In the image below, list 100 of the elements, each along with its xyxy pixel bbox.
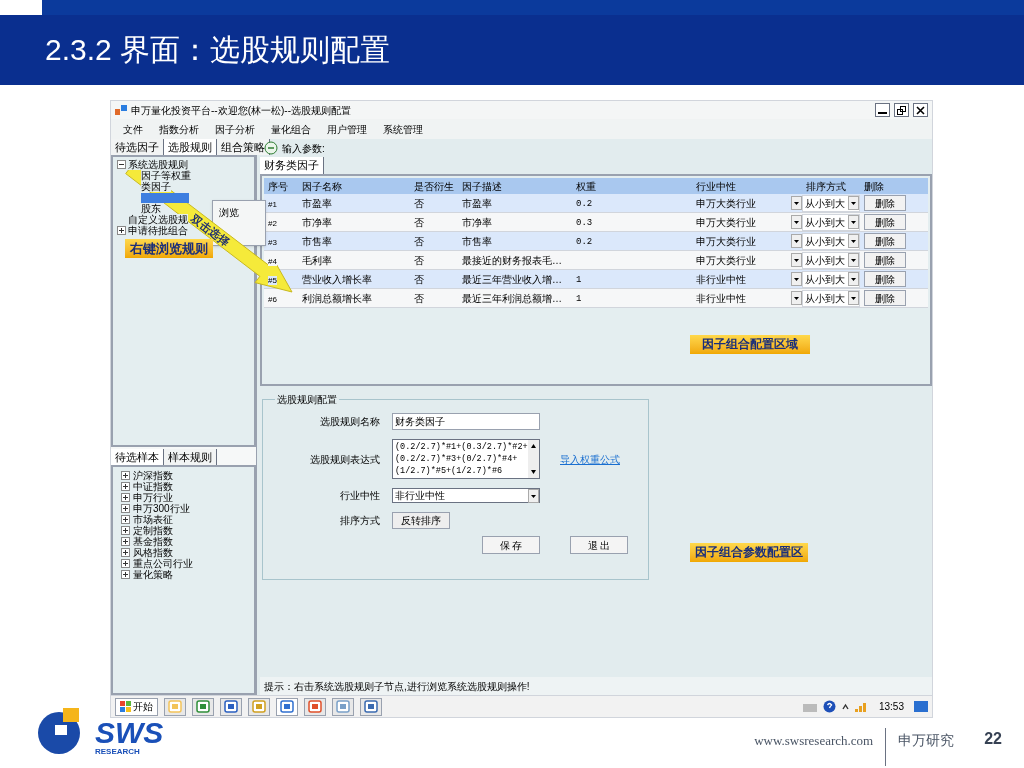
menu-item[interactable]: 文件 [123,121,143,137]
menu-item[interactable]: 系统管理 [383,121,423,137]
taskbar-button[interactable] [164,697,186,716]
tree-item[interactable]: 申万300行业 [133,503,190,514]
taskbar-button[interactable] [332,697,354,716]
industry-select[interactable]: 非行业中性 [392,488,540,503]
tree-item[interactable]: 量化策略 [133,569,173,580]
tab[interactable]: 待选因子 [111,139,164,155]
expand-icon[interactable] [121,504,130,513]
tree-item[interactable]: 沪深指数 [133,470,173,481]
industry-select[interactable]: 申万大类行业 [692,233,802,249]
taskbar-button[interactable] [192,697,214,716]
exit-button[interactable]: 退 出 [570,536,628,554]
sort-select[interactable]: 从小到大 [802,270,860,288]
expand-icon[interactable] [121,548,130,557]
taskbar-button[interactable] [360,697,382,716]
table-cell-text: 市售率 [301,234,333,249]
taskbar-button[interactable] [276,697,298,716]
tree-item[interactable]: 申请待批组合 [128,225,188,236]
delete-button[interactable]: 删除 [864,233,906,249]
tab[interactable]: 待选样本 [111,449,164,465]
import-formula-link[interactable]: 导入权重公式 [560,451,620,467]
tree-item[interactable]: 定制指数 [133,525,173,536]
close-button[interactable] [913,103,928,117]
column-header: 排序方式 [805,179,847,194]
tree-item[interactable]: 风格指数 [133,547,173,558]
taskbar-button[interactable] [248,697,270,716]
expand-icon[interactable] [121,526,130,535]
table-cell-text: 否 [413,196,425,211]
windows-logo-icon [120,701,131,712]
table-cell-text: 利润总额增长率 [301,291,373,306]
tree-item[interactable]: 基金指数 [133,536,173,547]
sort-select[interactable]: 从小到大 [802,251,860,269]
expand-icon[interactable] [121,515,130,524]
tab[interactable]: 组合策略 [217,139,270,155]
maximize-icon [897,105,906,115]
table-area-callout: 因子组合配置区域 [690,335,810,354]
column-header: 因子名称 [301,179,343,194]
tree-item[interactable]: 股东 [141,203,161,214]
delete-button[interactable]: 删除 [864,195,906,211]
taskbar-button[interactable] [304,697,326,716]
table-cell: #6 [268,294,277,304]
tree-item[interactable]: 中证指数 [133,481,173,492]
save-button[interactable]: 保 存 [482,536,540,554]
help-icon[interactable] [822,700,836,713]
table-cell-text: 否 [413,291,425,306]
tree-item[interactable]: 申万行业 [133,492,173,503]
menu-item[interactable]: 浏览 [219,205,265,220]
expand-icon[interactable] [121,471,130,480]
rule-name-field[interactable]: 财务类因子 [392,413,540,430]
expand-icon[interactable] [121,482,130,491]
column-header: 权重 [575,179,597,194]
expand-icon[interactable] [121,570,130,579]
table-cell-text: 否 [413,234,425,249]
menu-item[interactable]: 量化组合 [271,121,311,137]
expand-icon[interactable] [117,226,126,235]
selected-tree-item[interactable] [141,192,189,203]
expand-icon[interactable] [121,559,130,568]
collapse-circle-icon[interactable] [264,141,278,155]
reverse-sort-button[interactable]: 反转排序 [392,512,450,529]
table-cell: 0.2 [576,236,593,247]
table-cell: 0.3 [576,217,593,228]
delete-button[interactable]: 删除 [864,214,906,230]
app-icon [115,105,127,115]
tree-item[interactable]: 市场表征 [133,514,173,525]
tree-item[interactable]: 重点公司行业 [133,558,193,569]
industry-select[interactable]: 非行业中性 [692,290,802,306]
expand-icon[interactable] [121,493,130,502]
industry-select[interactable]: 申万大类行业 [692,252,802,268]
industry-select[interactable]: 申万大类行业 [692,195,802,211]
start-button[interactable]: 开始 [115,697,158,716]
menu-item[interactable]: 用户管理 [327,121,367,137]
collapse-icon[interactable] [117,160,126,169]
industry-select[interactable]: 申万大类行业 [692,214,802,230]
column-header: 行业中性 [695,179,737,194]
expression-field[interactable]: (0.2/2.7)*#1+(0.3/2.7)*#2+ (0.2/2.7)*#3+(0/2.7)*#4+ (1/2.7)*#5+(1/2.7)*#6 [392,439,540,479]
delete-button[interactable]: 删除 [864,252,906,268]
tree-item[interactable]: 类因子 [141,181,171,192]
sort-select[interactable]: 从小到大 [802,232,860,250]
tab[interactable]: 财务类因子 [260,157,324,174]
maximize-button[interactable] [894,103,909,117]
expand-icon[interactable] [121,537,130,546]
tree-item[interactable]: 系统选股规则 [128,159,188,170]
slide-title: 2.3.2 界面：选股规则配置 [45,35,391,65]
tree-item[interactable]: 因子等权重 [141,170,191,181]
menu-item[interactable]: 因子分析 [215,121,255,137]
industry-select[interactable]: 非行业中性 [692,271,802,287]
minimize-button[interactable] [875,103,890,117]
scrollbar-icon[interactable] [528,440,539,478]
sort-select[interactable]: 从小到大 [802,289,860,307]
delete-button[interactable]: 删除 [864,271,906,287]
menu-item[interactable]: 指数分析 [159,121,199,137]
tab[interactable]: 选股规则 [164,139,217,155]
sort-select[interactable]: 从小到大 [802,213,860,231]
tab[interactable]: 样本规则 [164,449,217,465]
taskbar-button[interactable] [220,697,242,716]
tree-item[interactable]: 自定义选股规 [128,214,188,225]
sort-select[interactable]: 从小到大 [802,194,860,212]
delete-button[interactable]: 删除 [864,290,906,306]
chevron-up-icon[interactable] [841,702,849,711]
